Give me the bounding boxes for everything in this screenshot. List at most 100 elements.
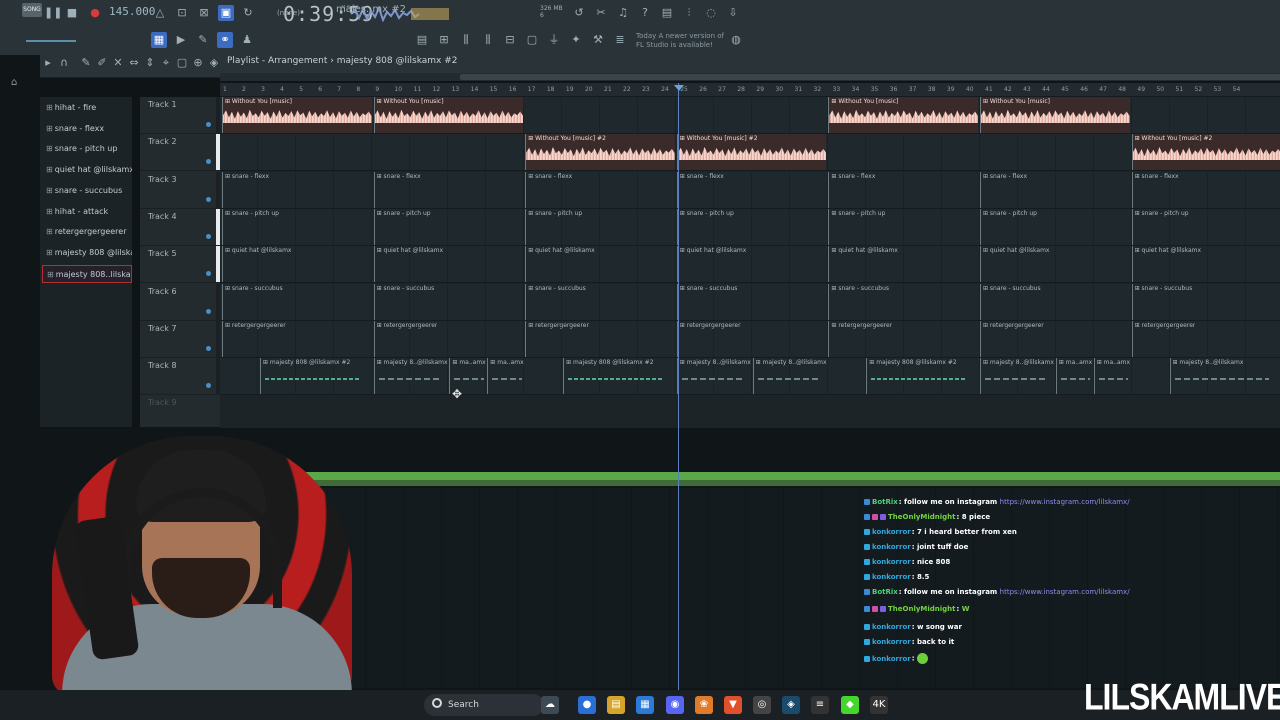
pattern-clip[interactable]: ⊞ ma..amx: [1093, 358, 1130, 395]
track-mute-led[interactable]: [206, 345, 211, 351]
track-header[interactable]: Track 6: [140, 283, 220, 321]
mic-icon[interactable]: ♫: [615, 5, 631, 21]
chat-link[interactable]: https://www.instagram.com/lilskamx/: [1000, 588, 1130, 596]
pattern-clip[interactable]: ⊞ ma..amx: [1055, 358, 1092, 395]
browser-icon[interactable]: ⊞: [436, 32, 452, 48]
track-mute-led[interactable]: [206, 308, 211, 314]
picker-item[interactable]: ⊞ retergergergeerer: [42, 223, 132, 241]
pattern-clip[interactable]: ⊞ snare - pitch up: [1131, 208, 1280, 245]
pattern-clip[interactable]: ⊞ snare - flexx: [676, 171, 827, 208]
pattern-clip[interactable]: ⊞ majesty 8..@lilskamx: [752, 358, 827, 395]
pattern-clip[interactable]: ⊞ majesty 8..@lilskamx: [373, 358, 448, 395]
pattern-clip[interactable]: ⊞ retergergergeerer: [222, 320, 372, 357]
chat-link[interactable]: https://www.instagram.com/lilskamx/: [1000, 498, 1130, 506]
pattern-clip[interactable]: ⊞ snare - pitch up: [676, 208, 827, 245]
audio-clip[interactable]: ⊞ Without You [music]: [373, 97, 524, 133]
update-icon[interactable]: ◍: [728, 32, 744, 48]
chat-icon[interactable]: ◌: [703, 5, 719, 21]
track-lane[interactable]: ⊞ Without You [music] #2 ⊞ Without You [m…: [220, 134, 1280, 172]
audio-clip[interactable]: ⊞ Without You [music] #2: [676, 134, 827, 171]
pattern-clip[interactable]: ⊞ retergergergeerer: [1131, 320, 1280, 357]
picker-item[interactable]: ⊞ snare - flexx: [42, 120, 132, 138]
mute-tool-icon[interactable]: ⇔: [126, 55, 142, 71]
draw-tool-icon[interactable]: ✎: [78, 55, 94, 71]
picker-item[interactable]: ⊞majesty 808 @lilskamx: [42, 244, 132, 262]
zoom-tool-icon[interactable]: ⊕: [190, 55, 206, 71]
track-header[interactable]: Track 8: [140, 358, 220, 396]
pattern-clip[interactable]: ⊞ snare - pitch up: [222, 208, 372, 245]
picker-item[interactable]: ⊞majesty 808..lilskamx #2: [42, 264, 132, 283]
picker-item[interactable]: ⊞ hihat - attack: [42, 203, 132, 221]
pattern-clip[interactable]: ⊞ majesty 8..@lilskamx: [1169, 358, 1280, 395]
pattern-clip[interactable]: ⊞ quiet hat @lilskamx: [525, 246, 675, 283]
tempo-display[interactable]: 145.000: [109, 5, 155, 19]
pattern-clip[interactable]: ⊞ majesty 8..@lilskamx: [676, 358, 751, 395]
track-mute-led[interactable]: [206, 122, 211, 127]
play-pattern-icon[interactable]: ▶: [173, 32, 189, 48]
track-header[interactable]: Track 9: [140, 395, 220, 433]
stop-icon[interactable]: ■: [64, 5, 80, 21]
razer-icon[interactable]: ◆: [841, 696, 859, 714]
pattern-clip[interactable]: ⊞ snare - succubus: [373, 283, 524, 320]
brave-icon[interactable]: ▼: [724, 696, 742, 714]
track-mute-led[interactable]: [206, 271, 211, 277]
pattern-clip[interactable]: ⊞ snare - succubus: [980, 283, 1130, 320]
pattern-clip[interactable]: ⊞ quiet hat @lilskamx: [980, 246, 1130, 283]
widgets-icon[interactable]: ☁: [541, 696, 559, 714]
track-lane[interactable]: ⊞ Without You [music] ⊞ Without You [musi…: [220, 97, 1280, 134]
audio-clip[interactable]: ⊞ Without You [music] #2: [1131, 134, 1280, 171]
project-icon[interactable]: ▢: [524, 32, 540, 48]
4k-icon[interactable]: 4K: [870, 696, 888, 714]
channel-rack-icon[interactable]: ▦: [151, 32, 167, 48]
playlist-grid[interactable]: 1 2 3 4 5 6 7 8 9 10 11 12 13 14 15 16 17 18 19 20 21 22 23 24 2…: [220, 83, 1280, 428]
pattern-clip[interactable]: ⊞ snare - pitch up: [828, 208, 978, 245]
scrollbar-thumb[interactable]: [460, 74, 1280, 80]
track-mute-led[interactable]: [206, 383, 211, 389]
pattern-clip[interactable]: ⊞ majesty 808 @lilskamx #2: [563, 358, 675, 395]
slip-tool-icon[interactable]: ⇕: [142, 55, 158, 71]
audio-clip[interactable]: ⊞ Without You [music] #2: [525, 134, 675, 171]
pattern-clip[interactable]: ⊞ snare - flexx: [525, 171, 675, 208]
track-lane[interactable]: ⊞ retergergergeerer ⊞ retergergergeerer ⊞ …: [220, 320, 1280, 358]
pattern-clip[interactable]: ⊞ majesty 808 @lilskamx #2: [259, 358, 372, 395]
wand-icon[interactable]: ✦: [568, 32, 584, 48]
chrome-icon[interactable]: ●: [578, 696, 596, 714]
steam-icon[interactable]: ◈: [782, 696, 800, 714]
track-lane[interactable]: ⊞ majesty 808 @lilskamx #2 ⊞ majesty 8..@…: [220, 358, 1280, 396]
pattern-clip[interactable]: ⊞ snare - pitch up: [373, 208, 524, 245]
plug-icon[interactable]: ⏚: [546, 32, 562, 48]
pattern-clip[interactable]: ⊞ snare - flexx: [373, 171, 524, 208]
pattern-clip[interactable]: ⊞ snare - flexx: [222, 171, 372, 208]
pattern-clip[interactable]: ⊞ retergergergeerer: [676, 320, 827, 357]
playback-tool-icon[interactable]: ◈: [206, 55, 222, 71]
link-icon[interactable]: ⚭: [217, 32, 233, 48]
browser-toggle-icon[interactable]: ⌂: [11, 77, 17, 88]
track-header[interactable]: Track 1: [140, 97, 220, 134]
pattern-clip[interactable]: ⊞ snare - flexx: [1131, 171, 1280, 208]
picker-item[interactable]: ⊞ snare - pitch up: [42, 140, 132, 158]
pattern-clip[interactable]: ⊞ retergergergeerer: [525, 320, 675, 357]
picker-item[interactable]: ⊞ snare - succubus: [42, 182, 132, 200]
track-lane[interactable]: ⊞ snare - flexx ⊞ snare - flexx ⊞ snare - …: [220, 171, 1280, 209]
list-icon[interactable]: ≣: [612, 32, 628, 48]
playlist-horizontal-scrollbar[interactable]: [220, 73, 1280, 81]
track-header[interactable]: Track 2: [140, 134, 220, 172]
pattern-clip[interactable]: ⊞ retergergergeerer: [828, 320, 978, 357]
track-header[interactable]: Track 3: [140, 171, 220, 209]
obs-icon[interactable]: ◎: [753, 696, 771, 714]
pattern-clip[interactable]: ⊞ snare - flexx: [828, 171, 978, 208]
record-icon[interactable]: ●: [87, 5, 103, 21]
audio-clip[interactable]: ⊞ Without You [music]: [222, 97, 372, 133]
undo-icon[interactable]: ↺: [571, 5, 587, 21]
pattern-clip[interactable]: ⊞ quiet hat @lilskamx: [222, 246, 372, 283]
arrow-icon[interactable]: ▸: [40, 55, 56, 71]
taskbar-search[interactable]: Search: [424, 694, 544, 716]
piano-roll-icon[interactable]: ▤: [414, 32, 430, 48]
channel-icon[interactable]: ⫼: [480, 32, 496, 48]
track-mute-led[interactable]: [206, 159, 211, 165]
pattern-clip[interactable]: ⊞ snare - succubus: [222, 283, 372, 320]
delete-tool-icon[interactable]: ✕: [110, 55, 126, 71]
fl-studio-icon[interactable]: ❀: [695, 696, 713, 714]
song-mode-button[interactable]: SONG: [22, 3, 42, 17]
pattern-clip[interactable]: ⊞ quiet hat @lilskamx: [828, 246, 978, 283]
